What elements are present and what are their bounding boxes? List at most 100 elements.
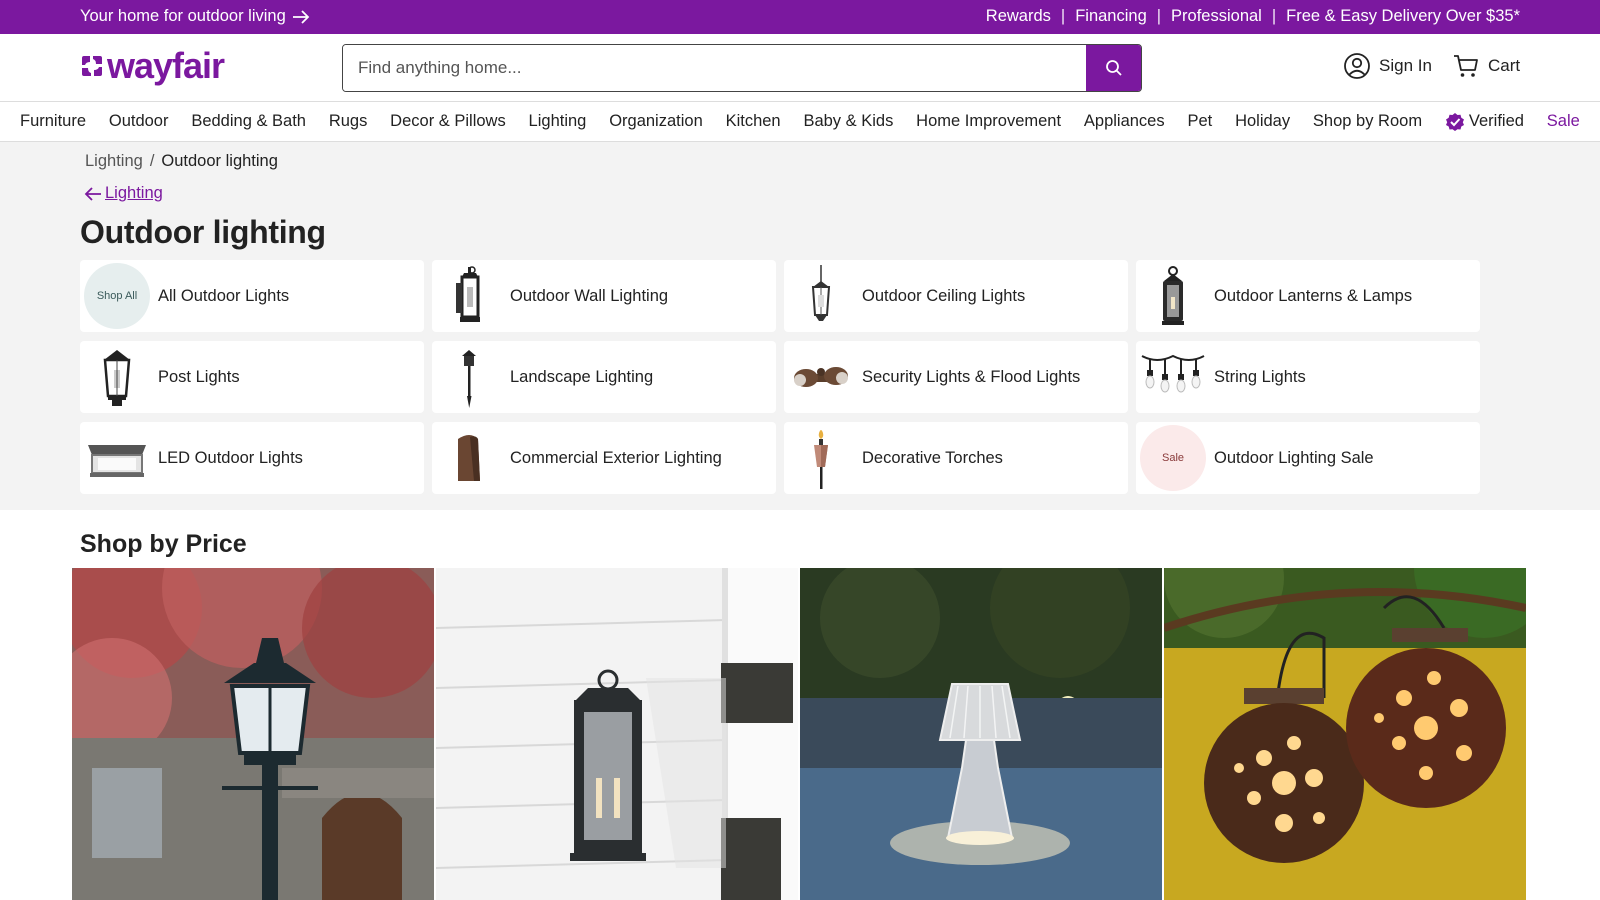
category-label: Post Lights (158, 367, 240, 386)
category-label: Commercial Exterior Lighting (510, 448, 722, 467)
site-header: wayfair Sign In Cart (0, 34, 1600, 102)
nav-item-rugs[interactable]: Rugs (329, 112, 368, 131)
nav-item-lighting[interactable]: Lighting (529, 112, 587, 131)
category-label: Outdoor Wall Lighting (510, 286, 669, 305)
price-tile-hanging-lanterns[interactable] (1164, 568, 1526, 900)
category-card-string-lights[interactable]: String Lights (1136, 341, 1480, 413)
nav-item-kitchen[interactable]: Kitchen (726, 112, 781, 131)
category-card-outdoor-ceiling-lights[interactable]: Outdoor Ceiling Lights (784, 260, 1128, 332)
professional-link[interactable]: Professional (1171, 7, 1262, 26)
back-link-label: Lighting (105, 184, 163, 202)
nav-item-verified[interactable]: Verified (1445, 112, 1524, 132)
category-card-landscape-lighting[interactable]: Landscape Lighting (432, 341, 776, 413)
path-light-icon (436, 344, 502, 410)
category-label: Outdoor Lighting Sale (1214, 448, 1374, 467)
back-link[interactable]: Lighting (84, 184, 163, 203)
string-lights-icon (1140, 344, 1206, 410)
category-grid: Shop All All Outdoor Lights Outdoor Wall… (80, 260, 1480, 494)
category-thumb: Sale (1140, 425, 1206, 491)
promo-bar: Your home for outdoor living Rewards | F… (0, 0, 1600, 34)
search-input[interactable] (343, 45, 1086, 91)
verified-label: Verified (1468, 112, 1524, 130)
category-thumb: Shop All (84, 263, 150, 329)
nav-item-organization[interactable]: Organization (609, 112, 703, 131)
nav-item-pet[interactable]: Pet (1187, 112, 1212, 131)
nav-item-sale[interactable]: Sale (1547, 112, 1580, 131)
cart-label: Cart (1488, 56, 1521, 75)
breadcrumb: Lighting / Outdoor lighting (85, 152, 278, 171)
pendant-lantern-icon (788, 263, 854, 329)
price-tile-table-lamp[interactable] (800, 568, 1162, 900)
wall-lantern-photo (436, 568, 798, 900)
category-label: Outdoor Lanterns & Lamps (1214, 286, 1413, 305)
wall-sconce-icon (436, 425, 502, 491)
nav-item-outdoor[interactable]: Outdoor (109, 112, 169, 131)
separator: | (1271, 7, 1277, 25)
category-label: LED Outdoor Lights (158, 448, 303, 467)
category-card-security-flood-lights[interactable]: Security Lights & Flood Lights (784, 341, 1128, 413)
breadcrumb-link-lighting[interactable]: Lighting (85, 152, 143, 171)
category-card-outdoor-wall-lighting[interactable]: Outdoor Wall Lighting (432, 260, 776, 332)
nav-item-shop-by-room[interactable]: Shop by Room (1313, 112, 1422, 131)
price-tile-post-light[interactable] (72, 568, 434, 900)
nav-item-holiday[interactable]: Holiday (1235, 112, 1290, 131)
category-card-commercial-exterior-lighting[interactable]: Commercial Exterior Lighting (432, 422, 776, 494)
separator: | (1156, 7, 1162, 25)
account-icon (1344, 53, 1370, 79)
nav-item-furniture[interactable]: Furniture (20, 112, 86, 131)
nav-item-decor-pillows[interactable]: Decor & Pillows (390, 112, 506, 131)
wayfair-logo[interactable]: wayfair (80, 45, 225, 86)
promo-text: Your home for outdoor living (80, 7, 286, 25)
search-icon (1105, 60, 1122, 76)
verified-badge-icon (1445, 112, 1464, 131)
lantern-icon (1140, 263, 1206, 329)
price-tiles (72, 568, 1528, 900)
breadcrumb-separator: / (149, 152, 155, 170)
category-label: Security Lights & Flood Lights (862, 367, 1081, 386)
category-label: Outdoor Ceiling Lights (862, 286, 1026, 305)
separator: | (1060, 7, 1066, 25)
main-nav: Furniture Outdoor Bedding & Bath Rugs De… (0, 102, 1600, 142)
category-card-outdoor-lanterns-lamps[interactable]: Outdoor Lanterns & Lamps (1136, 260, 1480, 332)
flood-light-icon (788, 344, 854, 410)
price-tile-wall-lantern[interactable] (436, 568, 798, 900)
rewards-link[interactable]: Rewards (986, 7, 1051, 26)
financing-link[interactable]: Financing (1075, 7, 1147, 26)
flush-mount-light-icon (84, 425, 150, 491)
category-label: Decorative Torches (862, 448, 1003, 467)
table-lamp-photo (800, 568, 1162, 900)
cart-button[interactable]: Cart (1452, 52, 1520, 80)
category-card-led-outdoor-lights[interactable]: LED Outdoor Lights (80, 422, 424, 494)
category-section: Lighting / Outdoor lighting Lighting Out… (0, 142, 1600, 510)
torch-icon (788, 425, 854, 491)
promo-link[interactable]: Your home for outdoor living (80, 7, 310, 26)
sale-badge: Sale (1140, 425, 1206, 491)
nav-item-bedding-bath[interactable]: Bedding & Bath (191, 112, 306, 131)
category-card-post-lights[interactable]: Post Lights (80, 341, 424, 413)
wayfair-pinwheel-icon (82, 56, 102, 76)
search-bar (342, 44, 1142, 92)
sign-in-button[interactable]: Sign In (1343, 52, 1432, 80)
breadcrumb-current: Outdoor lighting (161, 152, 278, 170)
shop-all-badge: Shop All (84, 263, 150, 329)
page-title: Outdoor lighting (80, 214, 326, 250)
category-label: String Lights (1214, 367, 1306, 386)
search-button[interactable] (1086, 45, 1141, 91)
nav-item-appliances[interactable]: Appliances (1084, 112, 1165, 131)
category-label: All Outdoor Lights (158, 286, 290, 305)
sign-in-label: Sign In (1379, 56, 1432, 75)
wall-lantern-icon (436, 263, 502, 329)
cart-icon (1454, 55, 1478, 77)
nav-item-home-improvement[interactable]: Home Improvement (916, 112, 1061, 131)
delivery-link[interactable]: Free & Easy Delivery Over $35* (1286, 7, 1520, 26)
logo-text: wayfair (107, 45, 225, 86)
category-card-outdoor-lighting-sale[interactable]: Sale Outdoor Lighting Sale (1136, 422, 1480, 494)
nav-item-baby-kids[interactable]: Baby & Kids (803, 112, 893, 131)
category-card-decorative-torches[interactable]: Decorative Torches (784, 422, 1128, 494)
shop-by-price-title: Shop by Price (80, 530, 247, 558)
category-label: Landscape Lighting (510, 367, 654, 386)
hanging-lanterns-photo (1164, 568, 1526, 900)
promo-links: Rewards | Financing | Professional | Fre… (986, 7, 1520, 26)
arrow-left-icon (84, 186, 101, 201)
category-card-all-outdoor-lights[interactable]: Shop All All Outdoor Lights (80, 260, 424, 332)
